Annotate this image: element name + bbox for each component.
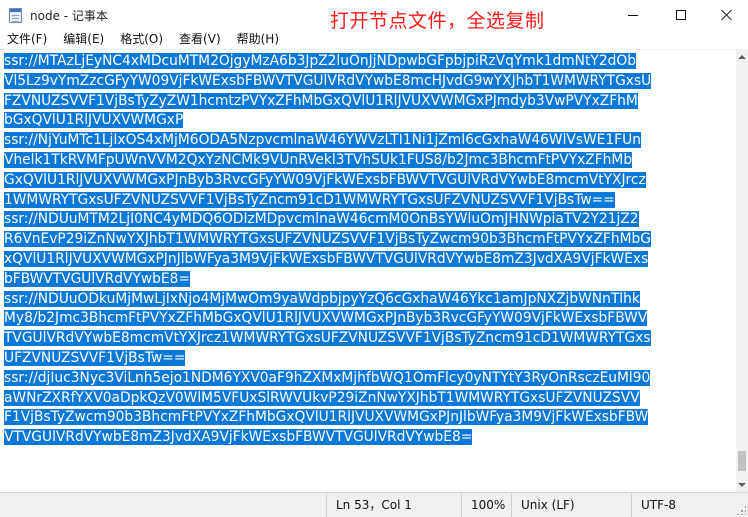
scroll-up-button[interactable] [736,49,748,64]
status-bar: Ln 53，Col 1 100% Unix (LF) UTF-8 [0,492,748,517]
line-ending: Unix (LF) [511,493,631,517]
text-line: aWNrZXRfYXV0aDpkQzV0WlM5VFUxSlRWVUkvP29i… [4,389,640,406]
menu-file[interactable]: 文件(F) [0,30,55,49]
text-line: bFBWVTVGUlVRdVYwbE8= [4,270,190,287]
text-line: ssr://NjYuMTc1LjIxOS4xMjM6ODA5NzpvcmlnaW… [4,132,641,149]
cursor-position: Ln 53，Col 1 [326,493,461,517]
instruction-annotation: 打开节点文件，全选复制 [330,10,545,32]
menu-help[interactable]: 帮助(H) [229,30,287,49]
close-button[interactable] [704,0,748,30]
text-editor-area[interactable]: ssr://MTAzLjEyNC4xMDcuMTM2OjgyMzA6b3JpZ2… [0,49,736,493]
chevron-down-icon [738,482,746,487]
close-icon [721,9,733,21]
text-line: ssr://NDUuMTM2LjI0NC4yMDQ6ODIzMDpvcmlnaW… [4,211,639,228]
text-line: Vl5Lz9vYmZzcGFyYW09VjFkWExsbFBWVTVGUlVRd… [4,72,652,89]
vertical-scrollbar[interactable] [736,49,748,492]
menu-bar: 文件(F) 编辑(E) 格式(O) 查看(V) 帮助(H) [0,30,748,49]
text-line: ssr://djIuc3Nyc3ViLnh5ejo1NDM6YXV0aF9hZX… [4,369,651,386]
scroll-down-button[interactable] [736,477,748,492]
menu-format[interactable]: 格式(O) [112,30,171,49]
text-line: ssr://NDUuODkuMjMwLjIxNjo4MjMwOm9yaWdpbj… [4,290,640,307]
maximize-icon [676,10,686,20]
maximize-button[interactable] [658,0,704,30]
encoding: UTF-8 [631,493,748,517]
text-line: R6VnEvP29iZnNwYXJhbT1WMWRYTGxsUFZVNUZSVV… [4,231,651,248]
text-line: ssr://MTAzLjEyNC4xMDcuMTM2OjgyMzA6b3JpZ2… [4,53,636,69]
text-line: FZVNUZSVVF1VjBsTyZyZW1hcmtzPVYxZFhMbGxQV… [4,92,638,109]
text-line: My8/b2Jmc3BhcmFtPVYxZFhMbGxQVlU1RlJVUXVW… [4,310,648,327]
scrollbar-thumb[interactable] [738,451,746,471]
text-line: VTVGUlVRdVYwbE8mZ3JvdXA9VjFkWExsbFBWVTVG… [4,429,473,446]
text-line: xQVlU1RlJVUXVWMGxPJnJlbWFya3M9VjFkWExsbF… [4,250,649,267]
text-line: UFZVNUZSVVF1VjBsTw== [4,349,186,366]
text-line: bGxQVlU1RlJVUXVWMGxP [4,112,184,129]
notepad-window: node - 记事本 打开节点文件，全选复制 文件(F) 编辑(E) 格式(O)… [0,0,748,517]
window-title: node - 记事本 [30,9,108,23]
title-bar[interactable]: node - 记事本 打开节点文件，全选复制 [0,0,748,32]
text-line: Vhelk1TkRVMFpUWnVVM2QxYzNCMk9VUnRVekl3TV… [4,151,633,168]
minimize-button[interactable] [610,0,656,30]
text-line: GxQVlU1RlJVUXVWMGxPJnByb3RvcGFyYW09VjFkW… [4,171,646,188]
text-line: TVGUlVRdVYwbE8mcmVtYXJrcz1WMWRYTGxsUFZVN… [4,330,651,347]
menu-view[interactable]: 查看(V) [171,30,229,49]
notepad-icon[interactable] [9,8,22,23]
text-line: F1VjBsTyZwcm90b3BhcmFtPVYxZFhMbGxQVlU1Rl… [4,409,649,426]
text-line: 1WMWRYTGxsUFZVNUZSVVF1VjBsTyZncm91cD1WMW… [4,191,615,208]
minimize-icon [628,14,638,16]
chevron-up-icon [738,54,746,59]
zoom-level: 100% [461,493,511,517]
document-text[interactable]: ssr://MTAzLjEyNC4xMDcuMTM2OjgyMzA6b3JpZ2… [4,52,736,448]
menu-edit[interactable]: 编辑(E) [55,30,112,49]
